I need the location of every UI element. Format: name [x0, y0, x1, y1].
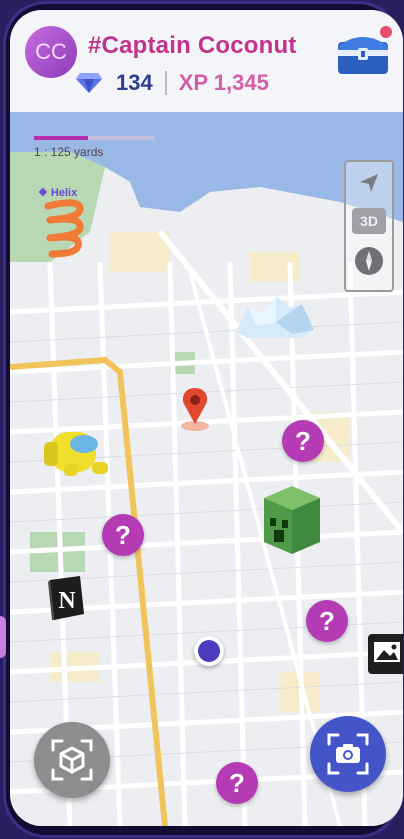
image-card-icon[interactable]	[366, 632, 403, 676]
navigation-arrow-icon[interactable]	[352, 166, 386, 200]
3d-toggle-button[interactable]: 3D	[352, 208, 386, 234]
scale-label: 1 : 125 yards	[34, 145, 104, 159]
stats-divider	[164, 71, 167, 95]
mystery-marker[interactable]: ?	[282, 420, 324, 462]
mystery-marker[interactable]: ?	[102, 514, 144, 556]
username: #Captain Coconut	[88, 32, 297, 59]
profile-header: CC #Captain Coconut 134 XP 1,345	[10, 10, 403, 112]
scale-bar-fill	[34, 136, 88, 140]
mystery-marker[interactable]: ?	[306, 600, 348, 642]
gem-icon	[76, 73, 102, 93]
avatar-initials: CC	[35, 39, 67, 64]
compass-icon[interactable]	[352, 244, 386, 278]
svg-text:N: N	[58, 588, 76, 614]
scale-bar	[34, 136, 154, 140]
cube-scan-icon	[51, 739, 93, 781]
user-location-dot	[194, 636, 224, 666]
among-us-crewmate-icon[interactable]	[44, 422, 110, 478]
camera-scan-button[interactable]	[310, 716, 386, 792]
camera-scan-icon	[327, 733, 369, 775]
helix-spring-icon[interactable]	[42, 196, 88, 258]
side-handle[interactable]	[0, 616, 6, 658]
notification-badge	[380, 26, 392, 38]
avatar[interactable]: CC	[25, 26, 77, 78]
xp-value: XP 1,345	[178, 70, 269, 95]
creeper-cube-icon[interactable]	[258, 484, 326, 556]
stats-row: 134 XP 1,345	[76, 68, 269, 98]
notion-logo-icon[interactable]: N	[44, 574, 86, 622]
map-controls: 3D	[344, 160, 394, 292]
location-pin-icon[interactable]	[178, 386, 212, 432]
iceberg-icon[interactable]	[232, 292, 318, 342]
ar-scan-button[interactable]	[34, 722, 110, 798]
map-view[interactable]: 1 : 125 yards ❖ Helix 3D N ? ? ? ?	[10, 112, 403, 826]
app-screen: CC #Captain Coconut 134 XP 1,345 1: 125…	[10, 10, 403, 826]
gem-count: 134	[116, 70, 153, 95]
mystery-marker[interactable]: ?	[216, 762, 258, 804]
